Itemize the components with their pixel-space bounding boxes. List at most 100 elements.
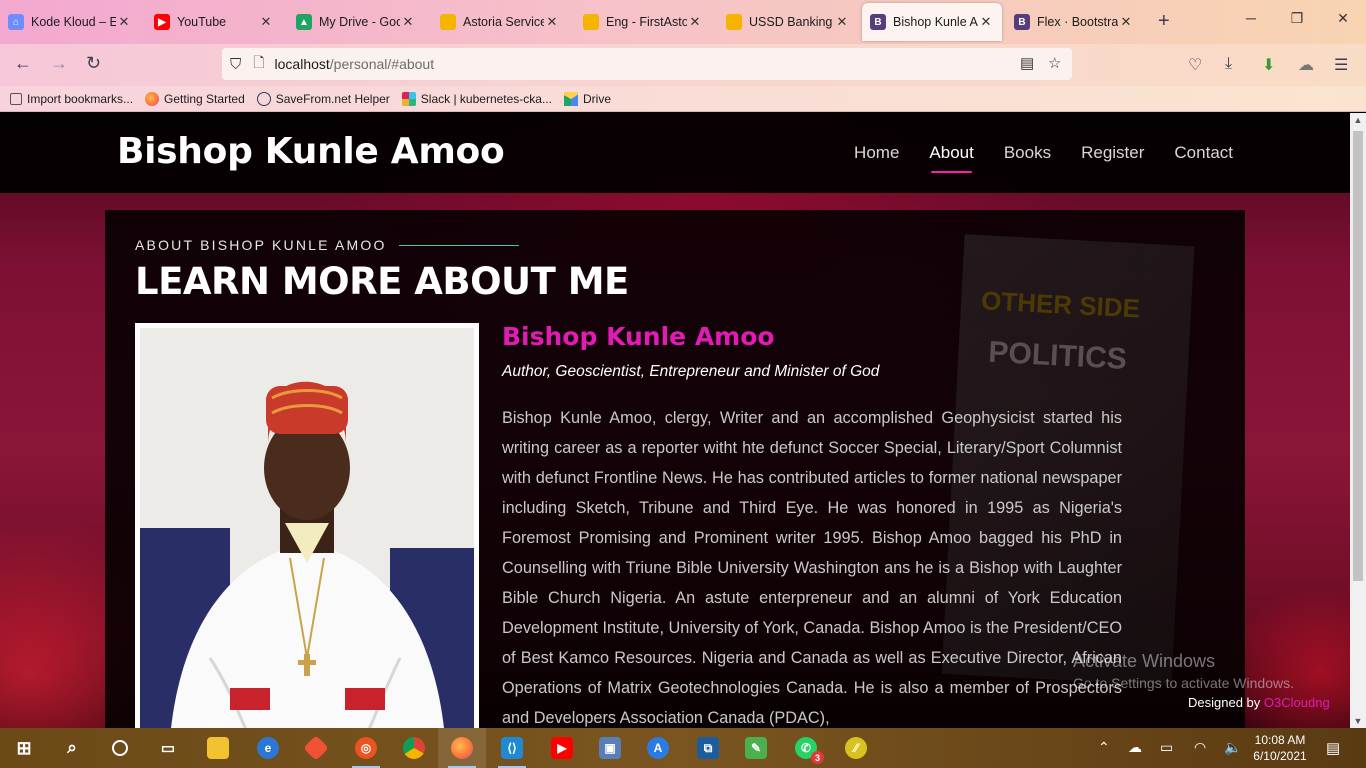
- computer-icon: ▣: [599, 737, 621, 759]
- page-info-icon[interactable]: 🗋: [253, 52, 264, 76]
- taskbar-firefox[interactable]: [438, 728, 486, 768]
- pocket-icon[interactable]: ♡: [1188, 55, 1202, 75]
- taskbar-edge[interactable]: e: [244, 728, 292, 768]
- google-drive-icon: ▲: [296, 14, 312, 30]
- show-hidden-icons[interactable]: ⌃: [1098, 739, 1110, 756]
- page-scrollbar[interactable]: ▲ ▼: [1350, 113, 1366, 728]
- kicker-divider: [398, 244, 519, 246]
- notifications-icon[interactable]: ▤: [1326, 739, 1340, 757]
- tab-flex-bootstrap[interactable]: B Flex · Bootstrap ✕: [1006, 4, 1142, 40]
- cortana-button[interactable]: [96, 728, 144, 768]
- minimize-button[interactable]: ─: [1228, 10, 1274, 26]
- bookmark-getting-started[interactable]: Getting Started: [145, 91, 245, 106]
- youtube-icon: ▶: [154, 14, 170, 30]
- back-button[interactable]: ←: [14, 53, 32, 74]
- credit-link[interactable]: O3Cloudng: [1264, 695, 1330, 710]
- scrollbar-thumb[interactable]: [1353, 131, 1363, 581]
- bio-role: Author, Geoscientist, Entrepreneur and M…: [502, 363, 880, 380]
- edge-icon: e: [257, 737, 279, 759]
- menu-about[interactable]: About: [929, 143, 974, 173]
- task-view-button[interactable]: ▭: [144, 728, 192, 768]
- taskbar-device-manager[interactable]: ▣: [586, 728, 634, 768]
- tab-eng-firstastoria[interactable]: Eng - FirstAstori ✕: [575, 4, 711, 40]
- taskbar-file-explorer[interactable]: [194, 728, 242, 768]
- scroll-down-arrow[interactable]: ▼: [1350, 716, 1366, 726]
- cortana-icon: [112, 740, 128, 756]
- forward-button[interactable]: →: [50, 53, 68, 74]
- google-drive-icon: [563, 91, 578, 106]
- store-icon: ⧉: [697, 737, 719, 759]
- tab-my-drive[interactable]: ▲ My Drive - Goog ✕: [288, 4, 424, 40]
- bookmark-star-icon[interactable]: ☆: [1048, 54, 1061, 72]
- reload-button[interactable]: ↻: [86, 53, 101, 74]
- taskbar-azure-data-studio[interactable]: A: [634, 728, 682, 768]
- main-menu: Home About Books Register Contact: [824, 143, 1233, 173]
- onedrive-icon[interactable]: ☁: [1128, 739, 1142, 756]
- shield-icon[interactable]: ⛉: [230, 56, 241, 73]
- menu-register[interactable]: Register: [1081, 143, 1144, 163]
- taskbar-chrome[interactable]: [390, 728, 438, 768]
- bookmark-import[interactable]: Import bookmarks...: [10, 92, 133, 106]
- section-title: LEARN MORE ABOUT ME: [135, 260, 629, 303]
- whatsapp-badge: 3: [811, 751, 824, 764]
- bookmark-savefrom[interactable]: SaveFrom.net Helper: [256, 91, 390, 106]
- close-window-button[interactable]: ✕: [1320, 10, 1366, 27]
- volume-icon[interactable]: 🔈: [1224, 739, 1241, 756]
- battery-icon[interactable]: ▭: [1160, 739, 1173, 756]
- search-button[interactable]: ⌕: [48, 728, 96, 768]
- start-button[interactable]: ⊞: [0, 728, 48, 768]
- wifi-icon[interactable]: ◠: [1194, 739, 1206, 756]
- git-icon: [303, 735, 329, 761]
- notes-icon: ✎: [745, 737, 767, 759]
- savefrom-extension-icon[interactable]: ⬇: [1262, 55, 1275, 75]
- windows-taskbar: ⊞ ⌕ ▭ e ◎ ⟨⟩ ▶ ▣ A ⧉ ✎ ✆ 3 ⁄⁄ ⌃ ☁ ▭ ◠ 🔈 …: [0, 728, 1366, 768]
- close-tab-icon[interactable]: ✕: [258, 14, 274, 30]
- menu-home[interactable]: Home: [854, 143, 899, 163]
- tab-bishop-kunle-amoo[interactable]: B Bishop Kunle Am ✕: [862, 3, 1002, 41]
- close-tab-icon[interactable]: ✕: [978, 14, 994, 30]
- close-tab-icon[interactable]: ✕: [400, 14, 416, 30]
- taskbar-app[interactable]: ⁄⁄: [832, 728, 880, 768]
- activate-windows-watermark: Activate Windows Go to Settings to activ…: [1073, 651, 1294, 691]
- taskbar-youtube[interactable]: ▶: [538, 728, 586, 768]
- close-tab-icon[interactable]: ✕: [544, 14, 560, 30]
- tab-kodekloud[interactable]: ⌂ Kode Kloud – Ex ✕: [0, 4, 140, 40]
- globe-icon: [256, 91, 271, 106]
- tab-astoria-services[interactable]: Astoria Services ✕: [432, 4, 568, 40]
- taskbar-store[interactable]: ⧉: [684, 728, 732, 768]
- close-tab-icon[interactable]: ✕: [687, 14, 703, 30]
- slides-icon: [440, 14, 456, 30]
- windows-icon: ⊞: [16, 737, 32, 758]
- address-bar[interactable]: ⛉ 🗋 localhost/personal/#about ▤ ☆: [222, 48, 1072, 80]
- whatsapp-icon: ✆ 3: [795, 737, 824, 764]
- scroll-up-arrow[interactable]: ▲: [1350, 115, 1366, 125]
- tab-ussd-banking[interactable]: USSD Banking - ✕: [718, 4, 858, 40]
- taskbar-ubuntu[interactable]: ◎: [342, 728, 390, 768]
- site-logo[interactable]: Bishop Kunle Amoo: [117, 131, 505, 172]
- taskbar-git[interactable]: [292, 728, 340, 768]
- taskbar-notes[interactable]: ✎: [732, 728, 780, 768]
- menu-books[interactable]: Books: [1004, 143, 1051, 163]
- azure-icon: A: [647, 737, 669, 759]
- taskbar-whatsapp[interactable]: ✆ 3: [782, 728, 830, 768]
- bookmark-drive[interactable]: Drive: [563, 91, 611, 106]
- reader-view-icon[interactable]: ▤: [1020, 54, 1034, 72]
- close-tab-icon[interactable]: ✕: [834, 14, 850, 30]
- taskbar-clock[interactable]: 10:08 AM 6/10/2021: [1250, 732, 1310, 764]
- taskbar-vscode[interactable]: ⟨⟩: [488, 728, 536, 768]
- restore-button[interactable]: ❐: [1274, 10, 1320, 27]
- close-tab-icon[interactable]: ✕: [1118, 14, 1134, 30]
- slack-icon: [401, 91, 416, 106]
- bookmark-slack[interactable]: Slack | kubernetes-cka...: [401, 91, 552, 106]
- tab-youtube[interactable]: ▶ YouTube ✕: [146, 4, 282, 40]
- new-tab-button[interactable]: +: [1158, 10, 1170, 33]
- close-tab-icon[interactable]: ✕: [116, 14, 132, 30]
- url-text[interactable]: localhost/personal/#about: [275, 56, 435, 72]
- menu-icon[interactable]: ☰: [1334, 55, 1348, 75]
- downloads-icon[interactable]: ⤓: [1225, 55, 1232, 73]
- task-view-icon: ▭: [160, 740, 176, 757]
- firefox-icon: [145, 91, 160, 106]
- bio-name: Bishop Kunle Amoo: [502, 322, 775, 351]
- menu-contact[interactable]: Contact: [1174, 143, 1233, 163]
- extension-icon[interactable]: ☁: [1298, 55, 1314, 75]
